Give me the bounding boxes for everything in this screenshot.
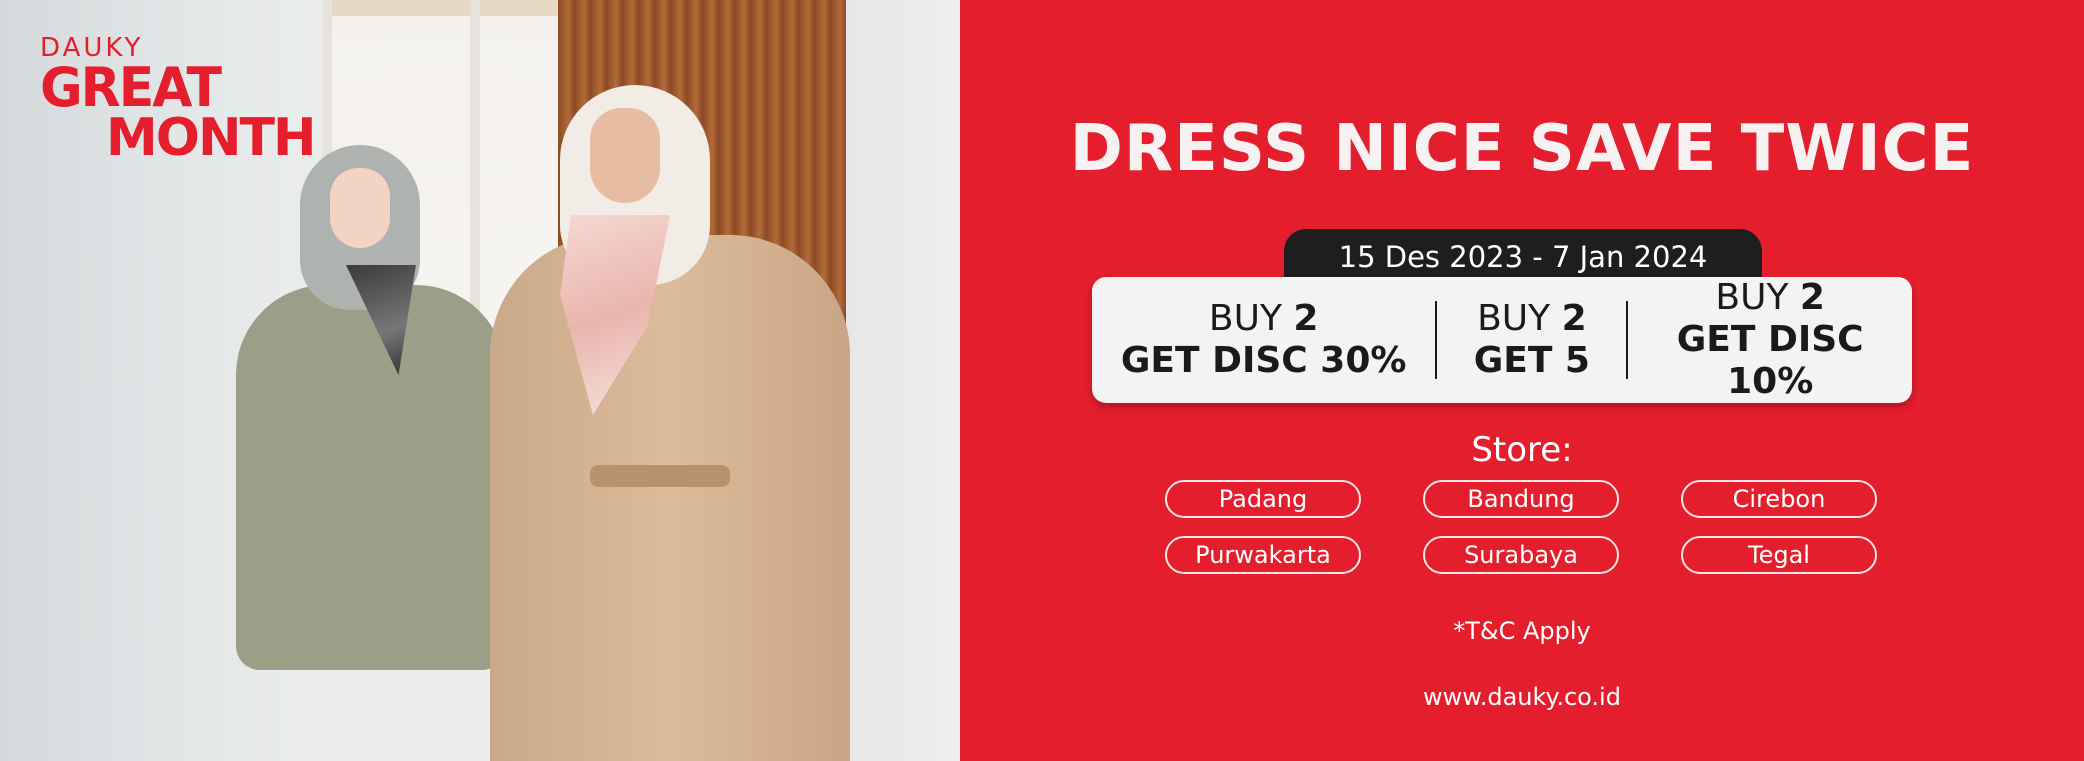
- brand-logo: DAUKY GREAT MONTH: [40, 33, 316, 168]
- store-pill-purwakarta: Purwakarta: [1165, 536, 1361, 574]
- model-2-belt: [590, 465, 730, 487]
- store-list: Padang Bandung Cirebon Purwakarta Suraba…: [1165, 480, 1878, 574]
- offer-3-buy: BUY: [1715, 277, 1800, 318]
- offer-3: BUY 2 GET DISC 10%: [1628, 277, 1912, 403]
- store-pill-surabaya: Surabaya: [1423, 536, 1619, 574]
- logo-line2: MONTH: [106, 108, 316, 168]
- offer-2-qty: 2: [1561, 298, 1587, 339]
- photo-window-beam: [322, 0, 558, 16]
- offer-3-benefit: GET DISC 10%: [1676, 319, 1864, 402]
- offer-3-qty: 2: [1799, 277, 1825, 318]
- offer-1-buy: BUY: [1208, 298, 1294, 339]
- promo-headline: DRESS NICE SAVE TWICE: [1069, 112, 1975, 186]
- offer-2-buy: BUY: [1477, 298, 1562, 339]
- offer-1-benefit: GET DISC 30%: [1120, 340, 1407, 381]
- logo-line1: GREAT: [40, 56, 222, 120]
- terms-note: *T&C Apply: [1453, 617, 1591, 645]
- offer-1-qty: 2: [1293, 298, 1319, 339]
- photo-wall-right: [846, 0, 960, 761]
- hero-photo: DAUKY GREAT MONTH: [0, 0, 960, 761]
- model-1-face: [330, 168, 390, 248]
- offer-box: BUY 2 GET DISC 30% BUY 2 GET 5 BUY 2 GET…: [1092, 277, 1912, 403]
- model-1-shirt: [236, 285, 506, 670]
- model-2-coat: [490, 235, 850, 761]
- offer-2-benefit: GET 5: [1473, 340, 1590, 381]
- store-pill-padang: Padang: [1165, 480, 1361, 518]
- model-2-face: [590, 108, 660, 203]
- website-link[interactable]: www.dauky.co.id: [960, 683, 2084, 711]
- offer-2: BUY 2 GET 5: [1437, 298, 1626, 382]
- store-pill-cirebon: Cirebon: [1681, 480, 1877, 518]
- store-pill-tegal: Tegal: [1681, 536, 1877, 574]
- promo-panel: DRESS NICE SAVE TWICE 15 Des 2023 - 7 Ja…: [960, 0, 2084, 761]
- store-label: Store:: [1471, 430, 1573, 470]
- offer-1: BUY 2 GET DISC 30%: [1092, 298, 1435, 382]
- store-pill-bandung: Bandung: [1423, 480, 1619, 518]
